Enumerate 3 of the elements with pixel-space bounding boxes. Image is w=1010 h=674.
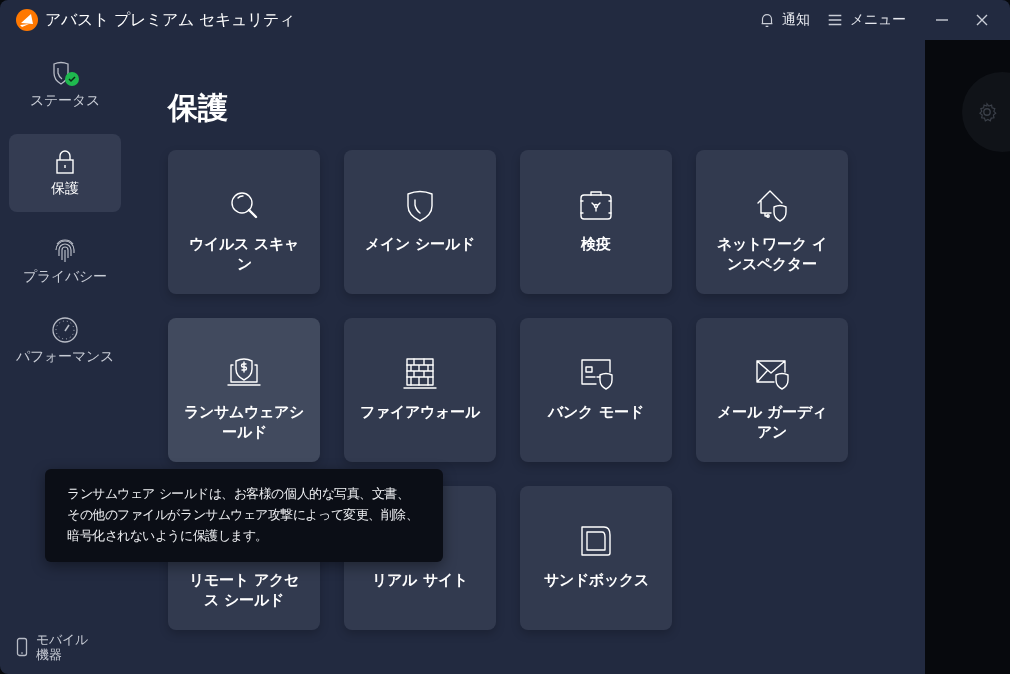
page-heading: 保護 bbox=[168, 89, 229, 127]
tooltip: ランサムウェア シールドは、お客様の個人的な写真、文書、その他のファイルがランサムウェア攻撃によって変更、削除、暗号化されないように保護します。 bbox=[45, 469, 443, 562]
window-title: アバスト プレミアム セキュリティ bbox=[45, 9, 296, 31]
